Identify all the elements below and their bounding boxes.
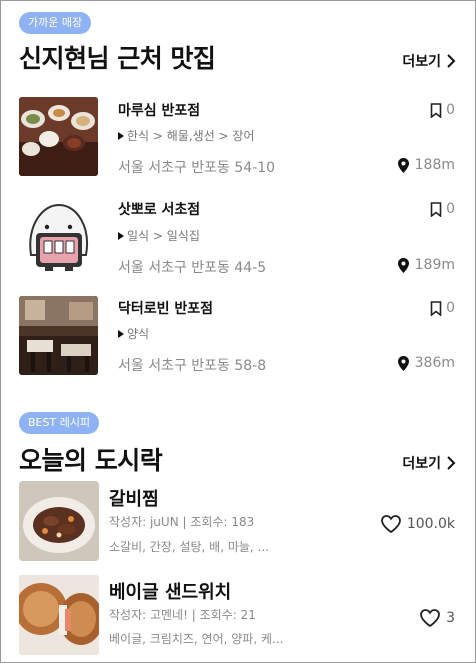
category-text: 양식 — [127, 327, 150, 341]
like-button[interactable]: 3 — [420, 609, 455, 627]
triangle-bullet-icon — [118, 131, 124, 140]
triangle-bullet-icon — [118, 329, 124, 338]
lunchbox-badge: BEST 레시피 — [19, 412, 100, 434]
bookmark-count: 0 — [446, 300, 455, 316]
like-count: 3 — [446, 610, 455, 626]
distance-text: 386m — [414, 355, 455, 371]
recipe-thumbnail — [19, 575, 99, 655]
restaurant-address: 서울 서초구 반포동 44-5 — [118, 260, 267, 276]
restaurant-thumbnail — [19, 197, 98, 276]
app-frame: 가까운 매장 신지현님 근처 맛집 더보기 마루심 반포점 0 한식 > 해물,… — [0, 0, 476, 663]
recipe-thumbnail — [19, 481, 99, 561]
bookmark-button[interactable]: 0 — [430, 300, 455, 316]
restaurant-category: 한식 > 해물,생선 > 장어 — [118, 127, 255, 144]
restaurant-distance: 386m — [397, 355, 455, 371]
restaurant-category: 일식 > 일식집 — [118, 227, 200, 244]
more-label: 더보기 — [402, 456, 441, 472]
bookmark-icon — [430, 300, 442, 316]
bookmark-icon — [430, 201, 442, 217]
triangle-bullet-icon — [118, 231, 124, 240]
recipe-title: 베이글 샌드위치 — [109, 582, 232, 603]
category-text: 한식 > 해물,생선 > 장어 — [127, 129, 255, 143]
nearby-more-button[interactable]: 더보기 — [402, 51, 457, 71]
restaurant-category: 양식 — [118, 325, 149, 342]
recipe-ingredients: 베이글, 크림치즈, 연어, 양파, 케... — [109, 632, 284, 646]
like-count: 100.0k — [406, 516, 455, 532]
chevron-right-icon — [447, 456, 456, 470]
recipe-meta: 작성자: juUN | 조회수: 183 — [109, 515, 255, 529]
nearby-badge: 가까운 매장 — [19, 12, 92, 34]
bookmark-icon — [430, 102, 442, 118]
distance-text: 189m — [414, 257, 455, 273]
bookmark-count: 0 — [446, 102, 455, 118]
bookmark-count: 0 — [446, 201, 455, 217]
restaurant-address: 서울 서초구 반포동 58-8 — [118, 358, 267, 374]
recipe-meta: 작성자: 고멘네! | 조회수: 21 — [109, 608, 256, 622]
recipe-title: 갈비찜 — [109, 489, 159, 510]
like-button[interactable]: 100.0k — [380, 515, 455, 533]
heart-icon — [380, 515, 401, 533]
bookmark-button[interactable]: 0 — [430, 201, 455, 217]
location-pin-icon — [397, 157, 409, 173]
restaurant-thumbnail — [19, 296, 98, 375]
recipe-ingredients: 소갈비, 간장, 설탕, 배, 마늘, ... — [109, 540, 269, 554]
distance-text: 188m — [414, 157, 455, 173]
restaurant-address: 서울 서초구 반포동 54-10 — [118, 160, 276, 176]
restaurant-distance: 188m — [397, 157, 455, 173]
restaurant-distance: 189m — [397, 257, 455, 273]
location-pin-icon — [397, 257, 409, 273]
restaurant-thumbnail — [19, 97, 98, 176]
heart-icon — [420, 609, 440, 627]
nearby-section-title: 신지현님 근처 맛집 — [19, 44, 216, 73]
restaurant-name: 삿뽀로 서초점 — [118, 202, 201, 218]
lunchbox-more-button[interactable]: 더보기 — [402, 453, 457, 473]
lunchbox-section-title: 오늘의 도시락 — [19, 446, 163, 475]
restaurant-name: 닥터로빈 반포점 — [118, 301, 214, 317]
more-label: 더보기 — [402, 54, 441, 70]
chevron-right-icon — [447, 54, 456, 68]
restaurant-name: 마루심 반포점 — [118, 103, 201, 119]
location-pin-icon — [397, 355, 409, 371]
bookmark-button[interactable]: 0 — [430, 102, 455, 118]
category-text: 일식 > 일식집 — [127, 229, 200, 243]
